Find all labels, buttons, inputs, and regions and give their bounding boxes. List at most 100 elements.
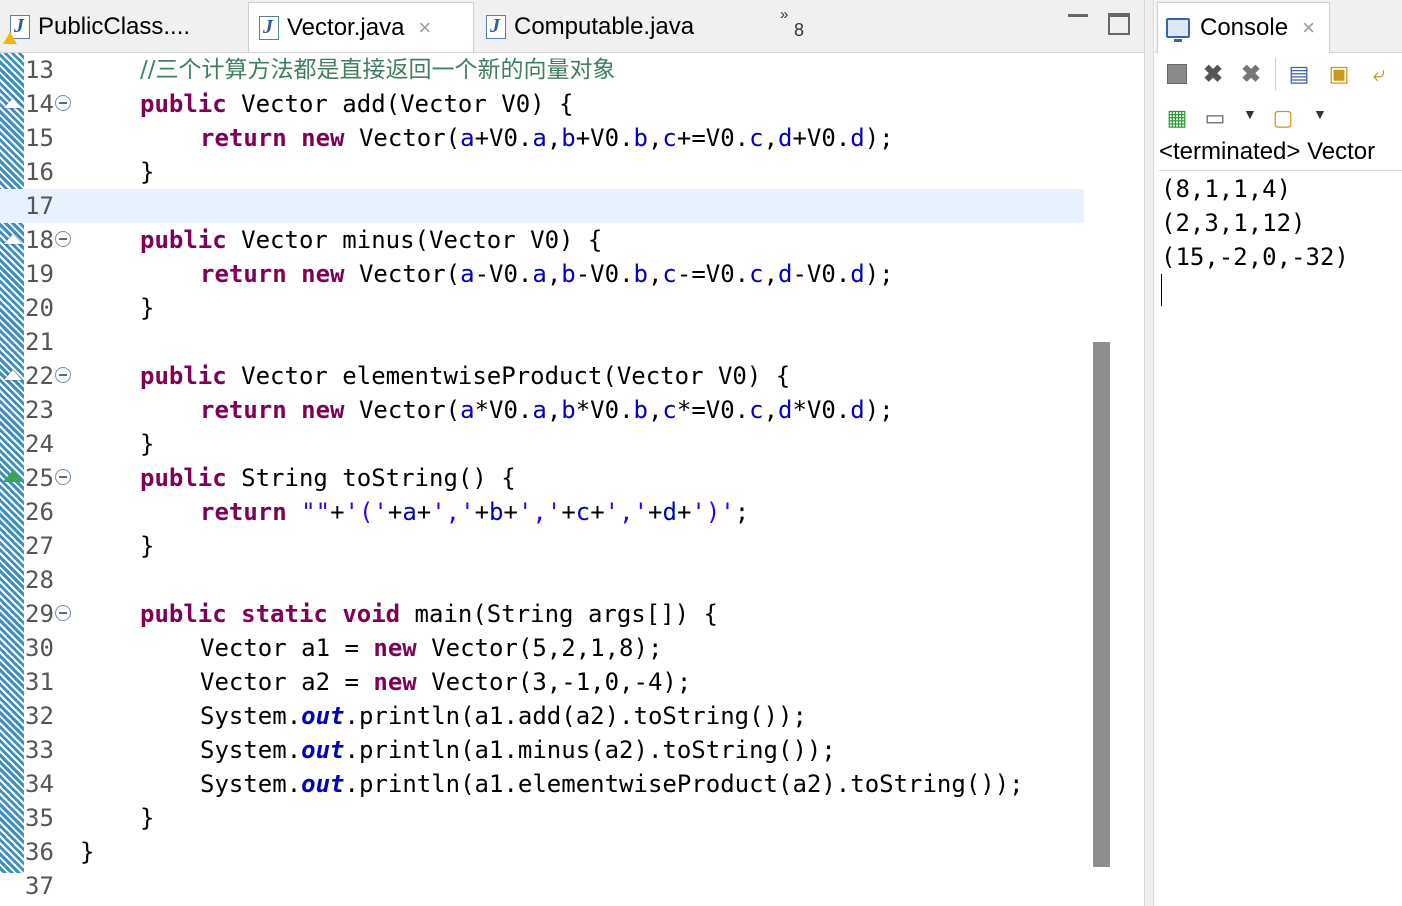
tab-publicclass[interactable]: J PublicClass.... — [0, 2, 246, 52]
line-number: 30 — [25, 634, 54, 662]
code-text: public String toString() { — [140, 464, 516, 492]
line-number: 27 — [25, 532, 54, 560]
pane-splitter[interactable] — [1144, 0, 1154, 906]
code-line[interactable]: 19 return new Vector(a-V0.a,b-V0.b,c-=V0.… — [0, 257, 1084, 291]
code-text: return ""+'('+a+','+b+','+c+','+d+')'; — [200, 498, 750, 526]
chevron-down-icon[interactable]: ▼ — [1243, 106, 1257, 122]
code-line[interactable]: 37 — [0, 869, 1084, 903]
console-tab-bar: Console × — [1155, 0, 1402, 53]
code-line[interactable]: 16} — [0, 155, 1084, 189]
code-editor[interactable]: 13 //三个计算方法都是直接返回一个新的向量对象 14 public Vector … — [0, 53, 1090, 906]
code-line[interactable]: 21 — [0, 325, 1084, 359]
tab-overflow-button[interactable]: » 8 — [780, 6, 804, 40]
code-text: } — [140, 804, 155, 832]
tab-vector-java[interactable]: J Vector.java × — [248, 2, 474, 52]
line-number: 13 — [25, 56, 54, 84]
terminate-button[interactable] — [1163, 60, 1191, 88]
code-line[interactable]: 14 public Vector add(Vector V0) { — [0, 87, 1084, 121]
warning-icon — [3, 32, 17, 44]
code-line[interactable]: 23 return new Vector(a*V0.a,b*V0.b,c*=V0.… — [0, 393, 1084, 427]
override-marker-icon — [4, 370, 22, 380]
line-number: 28 — [25, 566, 54, 594]
fold-toggle-icon[interactable] — [55, 367, 71, 383]
code-line[interactable]: 17 — [0, 189, 1084, 223]
editor-tab-bar: J PublicClass.... J Vector.java × J Comp… — [0, 0, 1144, 53]
remove-all-launches-button[interactable]: ✖ — [1237, 60, 1265, 88]
open-console-button[interactable]: ▢ — [1269, 104, 1297, 132]
java-file-icon: J — [259, 15, 279, 40]
fold-toggle-icon[interactable] — [55, 95, 71, 111]
line-number: 33 — [25, 736, 54, 764]
tab-console[interactable]: Console × — [1157, 2, 1330, 53]
code-line[interactable]: 34 System.out.println(a1.elementwiseProdu… — [0, 767, 1084, 801]
code-line[interactable]: 36} — [0, 835, 1084, 869]
fold-toggle-icon[interactable] — [55, 231, 71, 247]
code-line[interactable]: 33 System.out.println(a1.minus(a2).toStri… — [0, 733, 1084, 767]
tab-label: PublicClass.... — [38, 13, 191, 40]
code-text: } — [140, 294, 155, 322]
minimize-button[interactable] — [1068, 14, 1088, 20]
word-wrap-icon: ⤶ — [1372, 61, 1386, 86]
editor-scrollbar-thumb[interactable] — [1093, 342, 1110, 867]
remove-launch-button[interactable]: ✖ — [1199, 60, 1227, 88]
code-text: } — [140, 158, 155, 186]
line-number: 24 — [25, 430, 54, 458]
code-text: } — [140, 532, 155, 560]
line-number: 35 — [25, 804, 54, 832]
line-number: 21 — [25, 328, 54, 356]
code-line[interactable]: 24} — [0, 427, 1084, 461]
console-output-line: (15,-2,0,-32) — [1161, 243, 1349, 271]
code-line[interactable]: 32 System.out.println(a1.add(a2).toString… — [0, 699, 1084, 733]
code-text: public Vector minus(Vector V0) { — [140, 226, 603, 254]
maximize-button[interactable] — [1108, 13, 1130, 35]
console-toolbar: ✖ ✖ ▤ ▣ ⤶ — [1155, 54, 1402, 94]
code-line[interactable]: 26 return ""+'('+a+','+b+','+c+','+d+')'; — [0, 495, 1084, 529]
code-line[interactable]: 30 Vector a1 = new Vector(5,2,1,8); — [0, 631, 1084, 665]
code-line[interactable]: 25 public String toString() { — [0, 461, 1084, 495]
line-number: 20 — [25, 294, 54, 322]
code-line[interactable]: 22 public Vector elementwiseProduct(Vecto… — [0, 359, 1084, 393]
chevron-down-icon[interactable]: ▼ — [1313, 106, 1327, 122]
code-line[interactable]: 35} — [0, 801, 1084, 835]
pin-console-button[interactable]: ▦ — [1163, 104, 1191, 132]
code-line[interactable]: 31 Vector a2 = new Vector(3,-1,0,-4); — [0, 665, 1084, 699]
code-text: return new Vector(a*V0.a,b*V0.b,c*=V0.c,… — [200, 396, 894, 424]
code-line[interactable]: 13 //三个计算方法都是直接返回一个新的向量对象 — [0, 53, 1084, 87]
fold-toggle-icon[interactable] — [55, 469, 71, 485]
close-icon[interactable]: × — [1302, 15, 1315, 41]
fold-toggle-icon[interactable] — [55, 605, 71, 621]
code-line[interactable]: 28 — [0, 563, 1084, 597]
line-number: 26 — [25, 498, 54, 526]
clear-console-button[interactable]: ▤ — [1285, 60, 1313, 88]
tab-label: Computable.java — [514, 13, 695, 40]
code-text: System.out.println(a1.elementwiseProduct… — [200, 770, 1024, 798]
override-marker-icon — [4, 234, 22, 244]
word-wrap-button[interactable]: ⤶ — [1365, 60, 1393, 88]
console-output-line: (8,1,1,4) — [1161, 175, 1292, 203]
line-number: 36 — [25, 838, 54, 866]
display-console-button[interactable]: ▭ — [1201, 104, 1229, 132]
code-line[interactable]: 20} — [0, 291, 1084, 325]
java-file-icon: J — [486, 15, 506, 39]
line-number: 32 — [25, 702, 54, 730]
code-text: //三个计算方法都是直接返回一个新的向量对象 — [140, 57, 616, 83]
code-line[interactable]: 15 return new Vector(a+V0.a,b+V0.b,c+=V0.… — [0, 121, 1084, 155]
tab-label: Vector.java — [287, 13, 405, 41]
code-text: System.out.println(a1.add(a2).toString()… — [200, 702, 807, 730]
code-text: Vector a2 = new Vector(3,-1,0,-4); — [200, 668, 692, 696]
overflow-count: 8 — [794, 20, 805, 40]
pin-icon: ▦ — [1166, 105, 1188, 130]
console-pane: Console × ✖ ✖ ▤ ▣ ⤶ ▦ ▭ ▼ ▢ ▼ <terminate… — [1155, 0, 1402, 906]
scroll-lock-button[interactable]: ▣ — [1325, 60, 1353, 88]
tab-computable-java[interactable]: J Computable.java — [476, 2, 736, 52]
code-line[interactable]: 27} — [0, 529, 1084, 563]
stop-icon — [1167, 64, 1187, 84]
implements-marker-icon — [3, 470, 23, 482]
close-icon[interactable]: × — [418, 15, 431, 41]
java-file-icon: J — [3, 15, 30, 44]
code-line[interactable]: 18 public Vector minus(Vector V0) { — [0, 223, 1084, 257]
code-line[interactable]: 29 public static void main(String args[])… — [0, 597, 1084, 631]
code-text: } — [140, 430, 155, 458]
remove-icon: ✖ — [1202, 60, 1224, 88]
chevron-double-right-icon: » — [780, 6, 789, 23]
